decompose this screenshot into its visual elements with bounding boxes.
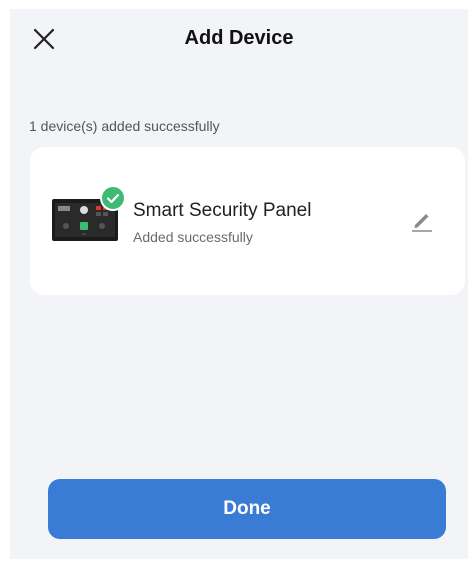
edit-device-button[interactable] [407, 205, 437, 235]
add-device-screen: Add Device 1 device(s) added successfull… [10, 9, 468, 559]
device-status: Added successfully [133, 229, 253, 245]
status-message: 1 device(s) added successfully [29, 118, 220, 134]
page-title: Add Device [184, 27, 294, 49]
header-bar: Add Device [10, 9, 468, 71]
pencil-icon [412, 214, 432, 232]
success-badge [100, 185, 126, 211]
check-icon [106, 193, 120, 204]
done-button[interactable]: Done [48, 479, 446, 539]
device-card[interactable]: Smart Security Panel Added successfully [30, 147, 465, 295]
device-name: Smart Security Panel [133, 200, 312, 221]
